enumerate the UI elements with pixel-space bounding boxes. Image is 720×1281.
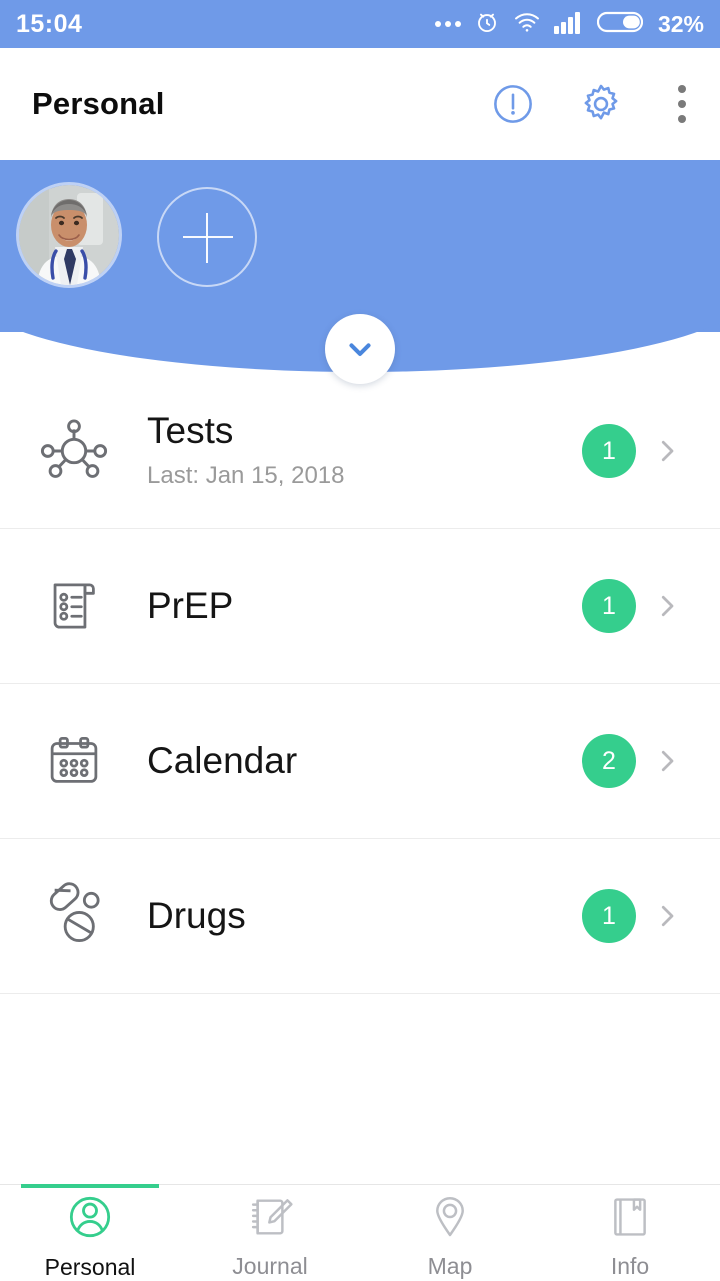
list-item-subtitle: Last: Jan 15, 2018 <box>147 461 345 489</box>
battery-icon <box>596 10 644 39</box>
chevron-right-icon <box>644 901 690 931</box>
chevron-right-icon <box>644 591 690 621</box>
overflow-menu-icon[interactable] <box>666 81 698 127</box>
molecule-icon <box>28 414 120 488</box>
expand-button[interactable] <box>325 314 395 384</box>
nav-tab-personal[interactable]: Personal <box>0 1184 180 1280</box>
person-circle-icon <box>62 1189 118 1250</box>
cellular-signal-icon <box>553 10 584 39</box>
list-item-title: Tests <box>147 410 234 452</box>
list-item-drugs[interactable]: Drugs 1 <box>0 839 720 994</box>
status-badge: 2 <box>582 734 636 788</box>
list-item-text: PrEP <box>120 584 582 626</box>
book-bookmark-icon <box>603 1190 657 1249</box>
nav-tab-info[interactable]: Info <box>540 1185 720 1280</box>
pills-icon <box>28 880 120 952</box>
add-profile-button[interactable] <box>157 187 257 287</box>
nav-tab-map[interactable]: Map <box>360 1185 540 1280</box>
nav-tab-label: Info <box>610 1252 650 1279</box>
list-item-text: Calendar <box>120 739 582 781</box>
nav-tab-label: Map <box>427 1252 473 1279</box>
list-item-tests[interactable]: Tests Last: Jan 15, 2018 1 <box>0 374 720 529</box>
chevron-down-icon <box>349 343 371 357</box>
wifi-icon <box>513 10 541 39</box>
list-item-text: Drugs <box>120 894 582 936</box>
map-pin-icon <box>423 1190 477 1249</box>
active-tab-indicator <box>21 1184 159 1188</box>
prescription-document-icon <box>28 571 120 641</box>
list-item-title: Calendar <box>147 739 298 781</box>
list-item-title: PrEP <box>147 584 234 626</box>
app-bar-actions <box>490 81 698 127</box>
battery-percent-label: 32% <box>657 10 704 37</box>
calendar-icon <box>28 726 120 796</box>
gear-icon[interactable] <box>578 81 624 127</box>
menu-list: Tests Last: Jan 15, 2018 1 PrEP 1 Calend… <box>0 374 720 994</box>
list-item-title: Drugs <box>147 894 246 936</box>
status-bar-indicators: 32% <box>434 9 704 40</box>
status-badge: 1 <box>582 889 636 943</box>
list-item-text: Tests Last: Jan 15, 2018 <box>120 410 582 490</box>
nav-tab-journal[interactable]: Journal <box>180 1185 360 1280</box>
status-bar: 15:04 32% <box>0 0 720 48</box>
status-badge: 1 <box>582 579 636 633</box>
bottom-navigation: Personal Journal Map Info <box>0 1184 720 1280</box>
notebook-pencil-icon <box>243 1190 297 1249</box>
page-title: Personal <box>32 86 165 121</box>
profile-banner <box>0 160 720 384</box>
avatar[interactable] <box>16 182 122 288</box>
status-badge: 1 <box>582 424 636 478</box>
list-item-prep[interactable]: PrEP 1 <box>0 529 720 684</box>
nav-tab-label: Journal <box>232 1252 308 1279</box>
nav-tab-label: Personal <box>44 1253 136 1280</box>
chevron-right-icon <box>644 746 690 776</box>
chevron-right-icon <box>644 436 690 466</box>
app-bar: Personal <box>0 48 720 160</box>
list-item-calendar[interactable]: Calendar 2 <box>0 684 720 839</box>
alert-info-icon[interactable] <box>490 81 536 127</box>
more-dots-icon <box>434 21 461 27</box>
status-bar-clock: 15:04 <box>16 9 83 38</box>
alarm-clock-icon <box>474 9 500 40</box>
